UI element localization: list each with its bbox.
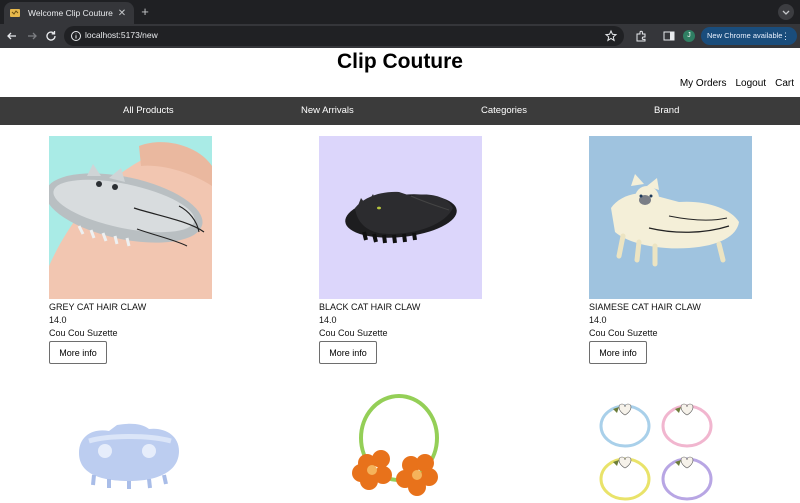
product-price: 14.0 (49, 315, 67, 325)
browser-tab[interactable]: Welcome Clip Couture ✕ (4, 2, 134, 24)
address-bar[interactable]: localhost:5173/new (64, 26, 624, 46)
product-card: GREY CAT HAIR CLAW 14.0 Cou Cou Suzette … (49, 136, 212, 364)
site-info-icon[interactable] (70, 30, 82, 42)
nav-all-products[interactable]: All Products (123, 97, 174, 125)
product-brand: Cou Cou Suzette (319, 328, 388, 338)
forward-arrow-icon[interactable] (24, 28, 40, 44)
product-brand: Cou Cou Suzette (49, 328, 118, 338)
url-text[interactable]: localhost:5173/new (85, 30, 158, 40)
site-title: Clip Couture (337, 50, 463, 73)
logout-link[interactable]: Logout (736, 78, 767, 89)
tab-close-icon[interactable]: ✕ (116, 8, 128, 19)
product-image[interactable] (589, 393, 752, 503)
menu-dots-icon[interactable]: ⋮ (781, 27, 790, 45)
new-tab-icon[interactable]: + (138, 4, 152, 20)
more-info-button[interactable]: More info (319, 341, 377, 364)
grey-cat-claw-illustration (49, 142, 212, 299)
product-name: SIAMESE CAT HAIR CLAW (589, 302, 701, 312)
nav-new-arrivals[interactable]: New Arrivals (301, 97, 354, 125)
tab-title: Welcome Clip Couture (28, 8, 113, 18)
product-brand: Cou Cou Suzette (589, 328, 658, 338)
product-card: BLACK CAT HAIR CLAW 14.0 Cou Cou Suzette… (319, 136, 482, 364)
product-card: SIAMESE CAT HAIR CLAW 14.0 Cou Cou Suzet… (589, 136, 752, 364)
tab-search-button[interactable] (778, 4, 794, 20)
blue-flower-claw-illustration (79, 423, 179, 489)
cart-link[interactable]: Cart (775, 78, 794, 89)
product-price: 14.0 (589, 315, 607, 325)
product-image[interactable] (49, 136, 212, 299)
product-name: BLACK CAT HAIR CLAW (319, 302, 421, 312)
favicon-icon (10, 9, 20, 17)
extensions-icon[interactable] (634, 29, 648, 43)
siamese-cat-claw-illustration (611, 174, 739, 267)
more-info-button[interactable]: More info (589, 341, 647, 364)
chrome-update-button[interactable]: New Chrome available ⋮ (701, 27, 797, 45)
main-navbar: All Products New Arrivals Categories Bra… (0, 97, 800, 125)
product-image[interactable] (49, 393, 212, 503)
bookmark-star-icon[interactable] (604, 29, 618, 43)
orange-flower-hair-tie-illustration (352, 394, 439, 496)
chevron-down-icon (782, 10, 790, 15)
product-name: GREY CAT HAIR CLAW (49, 302, 147, 312)
product-image[interactable] (319, 136, 482, 299)
page-content: Clip Couture My Orders Logout Cart All P… (0, 48, 800, 503)
product-image[interactable] (589, 136, 752, 299)
back-arrow-icon[interactable] (4, 28, 20, 44)
profile-avatar[interactable]: J (683, 30, 695, 42)
user-links: My Orders Logout Cart (680, 78, 794, 89)
chrome-update-label: New Chrome available (707, 31, 783, 40)
reload-icon[interactable] (43, 28, 59, 44)
heart-hair-ties-illustration (599, 403, 713, 501)
black-cat-claw-illustration (345, 191, 457, 244)
side-panel-icon[interactable] (662, 29, 676, 43)
nav-brand[interactable]: Brand (654, 97, 679, 125)
nav-categories[interactable]: Categories (481, 97, 527, 125)
browser-tab-strip: Welcome Clip Couture ✕ + (0, 0, 800, 24)
my-orders-link[interactable]: My Orders (680, 78, 727, 89)
product-price: 14.0 (319, 315, 337, 325)
browser-toolbar: localhost:5173/new J New Chrome availabl… (0, 24, 800, 48)
product-image[interactable] (319, 393, 482, 503)
more-info-button[interactable]: More info (49, 341, 107, 364)
